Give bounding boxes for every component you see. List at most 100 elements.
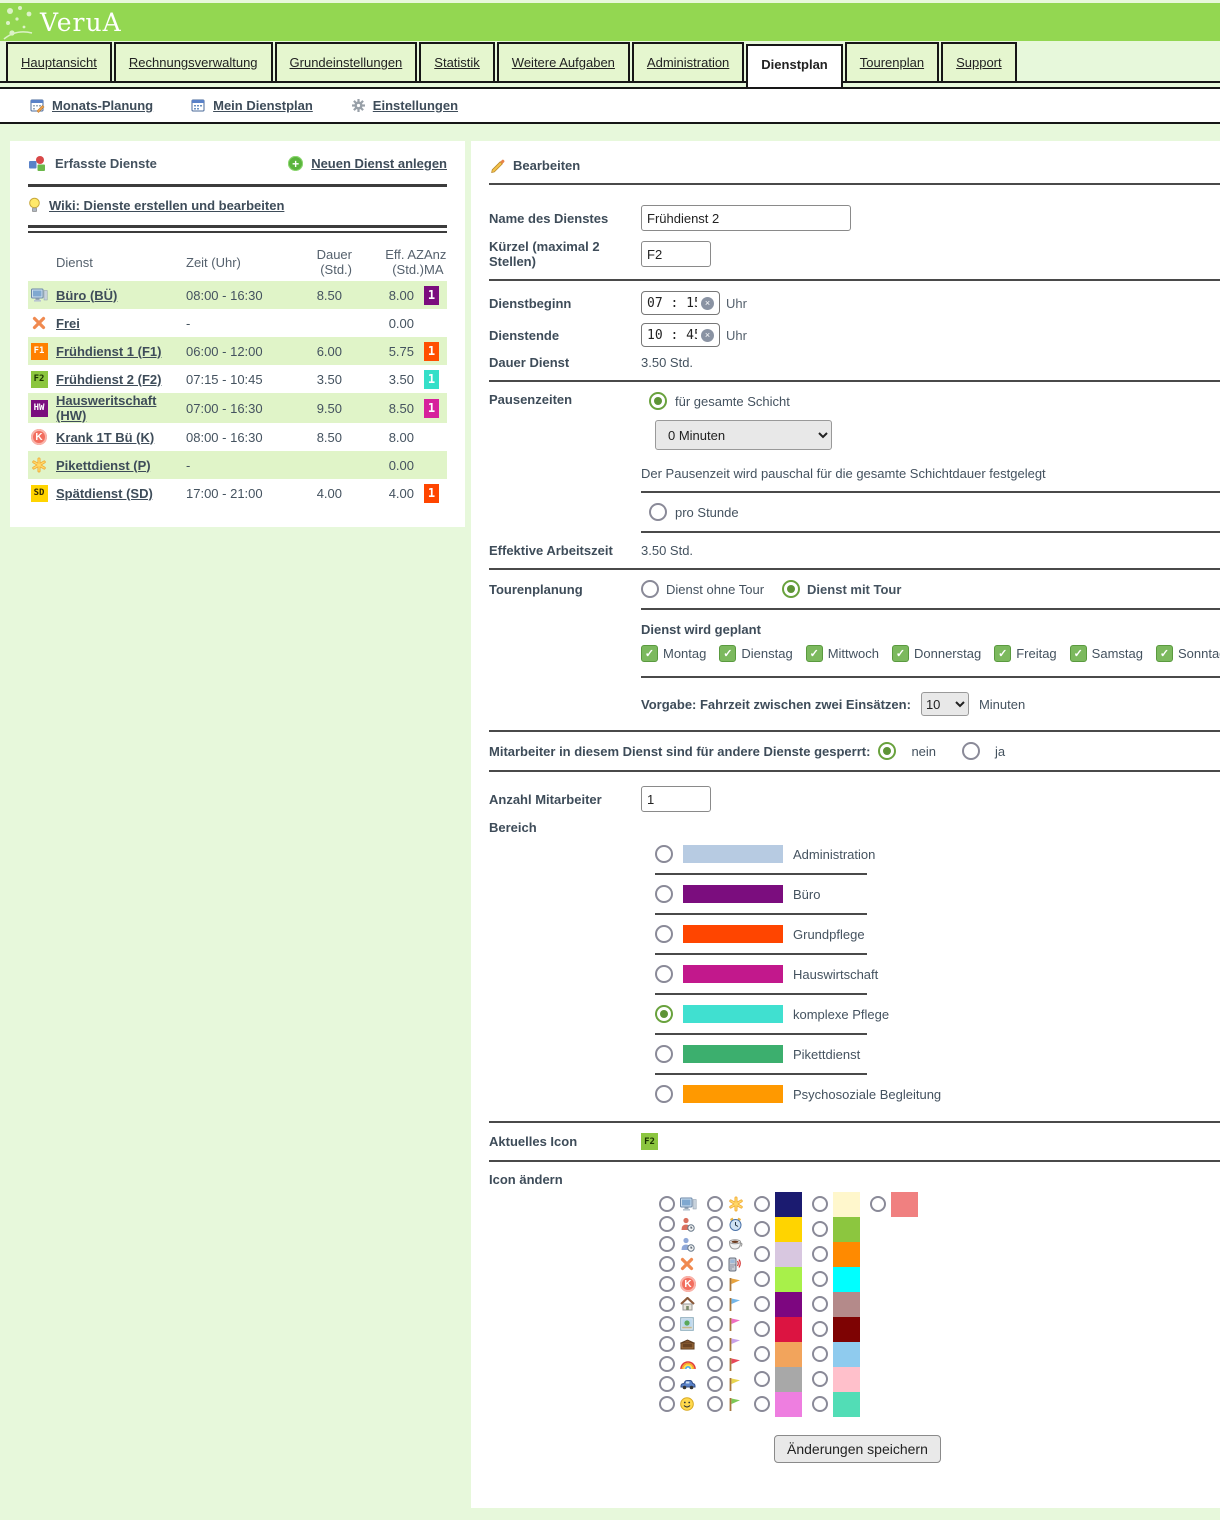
radio-icon-flag-lavender[interactable] <box>707 1336 723 1352</box>
radio-icon-house[interactable] <box>659 1296 675 1312</box>
kuerzel-input[interactable] <box>641 241 711 267</box>
service-link[interactable]: Krank 1T Bü (K) <box>56 430 186 445</box>
radio-icon-chest[interactable] <box>659 1336 675 1352</box>
service-link[interactable]: Büro (BÜ) <box>56 288 186 303</box>
radio-icon-flag-orange[interactable] <box>707 1276 723 1292</box>
subnav-monats-planung[interactable]: Monats-Planung <box>30 98 153 113</box>
radio-gesperrt-ja[interactable] <box>962 742 980 760</box>
radio-icon-coffee[interactable] <box>707 1236 723 1252</box>
radio-color-greenyellow[interactable] <box>754 1271 770 1287</box>
tab-administration[interactable]: Administration <box>632 42 744 81</box>
radio-color-salmon[interactable] <box>870 1196 886 1212</box>
end-time-input[interactable] <box>647 326 697 344</box>
fahrzeit-select[interactable]: 10 <box>921 692 969 716</box>
service-link[interactable]: Hausweritschaft (HW) <box>56 393 186 423</box>
radio-color-navy[interactable] <box>754 1196 770 1212</box>
radio-dienst-ohne-tour[interactable] <box>641 580 659 598</box>
radio-color-darkred[interactable] <box>812 1321 828 1337</box>
kuerzel-label: Kürzel (maximal 2 Stellen) <box>489 239 641 269</box>
radio-icon-k-circle[interactable] <box>659 1276 675 1292</box>
checkbox-samstag[interactable] <box>1070 645 1087 662</box>
tab-tourenplan[interactable]: Tourenplan <box>845 42 939 81</box>
radio-color-crimson[interactable] <box>754 1321 770 1337</box>
radio-color-aquamarine[interactable] <box>812 1396 828 1412</box>
radio-color-rosybrown[interactable] <box>812 1296 828 1312</box>
radio-color-cyan[interactable] <box>812 1271 828 1287</box>
start-time-input[interactable] <box>647 294 697 312</box>
clear-time-icon[interactable]: × <box>701 297 714 310</box>
radio-icon-smiley[interactable] <box>659 1396 675 1412</box>
radio-icon-picture[interactable] <box>659 1316 675 1332</box>
service-link[interactable]: Frei <box>56 316 186 331</box>
end-time-field[interactable]: × <box>641 323 720 347</box>
tab-weitere-aufgaben[interactable]: Weitere Aufgaben <box>497 42 630 81</box>
radio-gesperrt-nein[interactable] <box>878 742 896 760</box>
radio-icon-alarm[interactable] <box>707 1216 723 1232</box>
radio-icon-flag-blue[interactable] <box>707 1296 723 1312</box>
radio-gesamte-schicht[interactable] <box>649 392 667 410</box>
pause-duration-select[interactable]: 0 Minuten <box>655 420 832 450</box>
save-changes-button[interactable]: Änderungen speichern <box>774 1435 941 1463</box>
radio-color-purple[interactable] <box>754 1296 770 1312</box>
radio-icon-rainbow[interactable] <box>659 1356 675 1372</box>
service-link[interactable]: Frühdienst 2 (F2) <box>56 372 186 387</box>
radio-dienst-mit-tour[interactable] <box>782 580 800 598</box>
checkbox-dienstag[interactable] <box>719 645 736 662</box>
service-link[interactable]: Frühdienst 1 (F1) <box>56 344 186 359</box>
service-link[interactable]: Pikettdienst (P) <box>56 458 186 473</box>
tab-grundeinstellungen[interactable]: Grundeinstellungen <box>275 42 418 81</box>
radio-bereich-komplexe-pflege[interactable] <box>655 1005 673 1023</box>
radio-icon-flag-yellow[interactable] <box>707 1376 723 1392</box>
checkbox-mittwoch[interactable] <box>806 645 823 662</box>
service-link[interactable]: Spätdienst (SD) <box>56 486 186 501</box>
radio-color-sandybrown[interactable] <box>754 1346 770 1362</box>
subnav-mein-dienstplan[interactable]: Mein Dienstplan <box>191 98 313 113</box>
radio-color-cream[interactable] <box>812 1196 828 1212</box>
radio-icon-flag-pink[interactable] <box>707 1316 723 1332</box>
tab-dienstplan[interactable]: Dienstplan <box>746 44 842 87</box>
radio-bereich-psychosoziale[interactable] <box>655 1085 673 1103</box>
wiki-link[interactable]: Wiki: Dienste erstellen und bearbeiten <box>49 198 284 213</box>
tab-rechnungsverwaltung[interactable]: Rechnungsverwaltung <box>114 42 273 81</box>
radio-bereich-administration[interactable] <box>655 845 673 863</box>
clear-time-icon[interactable]: × <box>701 329 714 342</box>
radio-pro-stunde[interactable] <box>649 503 667 521</box>
checkbox-montag[interactable] <box>641 645 658 662</box>
radio-bereich-pikettdienst[interactable] <box>655 1045 673 1063</box>
radio-icon-asterisk[interactable] <box>707 1196 723 1212</box>
radio-color-thistle[interactable] <box>754 1246 770 1262</box>
radio-bereich-hauswirtschaft[interactable] <box>655 965 673 983</box>
checkbox-sonntag[interactable] <box>1156 645 1173 662</box>
tab-support[interactable]: Support <box>941 42 1017 81</box>
radio-icon-x[interactable] <box>659 1256 675 1272</box>
radio-color-orange[interactable] <box>812 1246 828 1262</box>
col-dienst: Dienst <box>56 255 186 270</box>
radio-icon-computer[interactable] <box>659 1196 675 1212</box>
radio-icon-flag-red[interactable] <box>707 1356 723 1372</box>
new-service-link[interactable]: Neuen Dienst anlegen <box>311 156 447 171</box>
divider <box>28 184 447 187</box>
start-time-field[interactable]: × <box>641 291 720 315</box>
radio-icon-car[interactable] <box>659 1376 675 1392</box>
radio-icon-person-red[interactable] <box>659 1216 675 1232</box>
radio-bereich-grundpflege[interactable] <box>655 925 673 943</box>
radio-color-skyblue[interactable] <box>812 1346 828 1362</box>
subnav-einstellungen[interactable]: Einstellungen <box>351 98 458 113</box>
radio-color-violet[interactable] <box>754 1396 770 1412</box>
radio-color-gray[interactable] <box>754 1371 770 1387</box>
anzahl-mitarbeiter-input[interactable] <box>641 786 711 812</box>
radio-icon-phone[interactable] <box>707 1256 723 1272</box>
divider <box>641 531 1220 533</box>
checkbox-donnerstag[interactable] <box>892 645 909 662</box>
checkbox-freitag[interactable] <box>994 645 1011 662</box>
bereich-swatch <box>683 925 783 943</box>
radio-bereich-buero[interactable] <box>655 885 673 903</box>
radio-icon-flag-green[interactable] <box>707 1396 723 1412</box>
radio-color-gold[interactable] <box>754 1221 770 1237</box>
tab-hauptansicht[interactable]: Hauptansicht <box>6 42 112 81</box>
radio-color-pink[interactable] <box>812 1371 828 1387</box>
service-name-input[interactable] <box>641 205 851 231</box>
tab-statistik[interactable]: Statistik <box>419 42 495 81</box>
radio-icon-person-blue[interactable] <box>659 1236 675 1252</box>
radio-color-yellowgreen[interactable] <box>812 1221 828 1237</box>
